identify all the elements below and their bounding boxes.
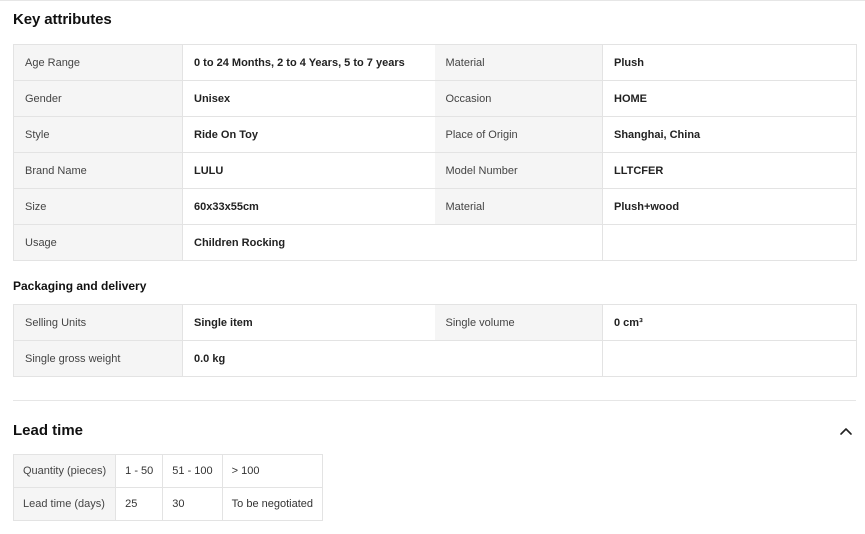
table-row: Brand Name LULU Model Number LLTCFER <box>13 152 857 189</box>
attr-key: Age Range <box>13 44 183 81</box>
empty-cell <box>602 340 857 377</box>
lead-time-title: Lead time <box>13 422 84 439</box>
attr-key: Gender <box>13 80 183 117</box>
packaging-table: Selling Units Single item Single volume … <box>13 304 857 377</box>
table-row: Gender Unisex Occasion HOME <box>13 80 857 117</box>
table-row: Usage Children Rocking <box>13 224 857 261</box>
table-row: Size 60x33x55cm Material Plush+wood <box>13 188 857 225</box>
lead-time-table: Quantity (pieces) 1 - 50 51 - 100 > 100 … <box>12 454 324 521</box>
empty-cell <box>434 340 603 377</box>
quantity-cell: > 100 <box>221 454 324 488</box>
attr-key: Material <box>434 188 603 225</box>
table-row: Age Range 0 to 24 Months, 2 to 4 Years, … <box>13 44 857 81</box>
attr-key: Material <box>434 44 603 81</box>
key-attributes-table: Age Range 0 to 24 Months, 2 to 4 Years, … <box>13 44 857 261</box>
attr-value: LLTCFER <box>602 152 857 189</box>
table-row: Selling Units Single item Single volume … <box>13 304 857 341</box>
chevron-up-icon[interactable] <box>838 424 854 438</box>
attr-key: Usage <box>13 224 183 261</box>
packaging-title: Packaging and delivery <box>13 279 147 293</box>
attr-value: 0 cm³ <box>602 304 857 341</box>
attr-value: HOME <box>602 80 857 117</box>
quantity-cell: 1 - 50 <box>115 454 164 488</box>
top-divider <box>0 0 865 1</box>
lead-days-label: Lead time (days) <box>12 487 117 521</box>
lead-days-cell: 25 <box>115 487 164 521</box>
lead-days-cell: 30 <box>162 487 223 521</box>
attr-key: Model Number <box>434 152 603 189</box>
attr-value: Plush <box>602 44 857 81</box>
attr-value: 0.0 kg <box>182 340 435 377</box>
attr-key: Single volume <box>434 304 603 341</box>
table-row: Lead time (days) 25 30 To be negotiated <box>12 487 324 521</box>
attr-value: LULU <box>182 152 435 189</box>
table-row: Single gross weight 0.0 kg <box>13 340 857 377</box>
attr-value: Unisex <box>182 80 435 117</box>
empty-cell <box>602 224 857 261</box>
attr-value: Children Rocking <box>182 224 435 261</box>
table-row: Quantity (pieces) 1 - 50 51 - 100 > 100 <box>12 454 324 488</box>
quantity-label: Quantity (pieces) <box>12 454 117 488</box>
attr-key: Style <box>13 116 183 153</box>
attr-key: Selling Units <box>13 304 183 341</box>
lead-days-cell: To be negotiated <box>221 487 324 521</box>
attr-key: Size <box>13 188 183 225</box>
attr-value: 0 to 24 Months, 2 to 4 Years, 5 to 7 yea… <box>182 44 435 81</box>
attr-key: Single gross weight <box>13 340 183 377</box>
attr-value: Plush+wood <box>602 188 857 225</box>
attr-value: Single item <box>182 304 435 341</box>
attr-value: 60x33x55cm <box>182 188 435 225</box>
attr-key: Brand Name <box>13 152 183 189</box>
section-divider <box>13 400 856 401</box>
quantity-cell: 51 - 100 <box>162 454 223 488</box>
empty-cell <box>434 224 603 261</box>
attr-key: Place of Origin <box>434 116 603 153</box>
key-attributes-title: Key attributes <box>13 11 112 28</box>
attr-value: Ride On Toy <box>182 116 435 153</box>
table-row: Style Ride On Toy Place of Origin Shangh… <box>13 116 857 153</box>
attr-key: Occasion <box>434 80 603 117</box>
attr-value: Shanghai, China <box>602 116 857 153</box>
